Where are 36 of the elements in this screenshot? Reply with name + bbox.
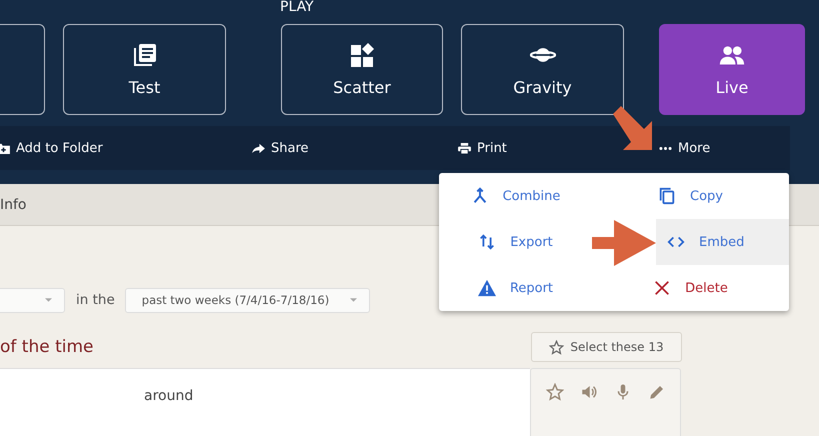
menu-item[interactable]: Embed (656, 219, 789, 265)
select-button[interactable]: Select these 13 (531, 332, 682, 362)
section-label: PLAY (279, 0, 315, 14)
toolbar-button[interactable]: More (659, 140, 710, 156)
sort-arrows-icon (478, 233, 496, 251)
annotation-arrow (592, 220, 656, 266)
menu-item[interactable]: Delete (649, 275, 732, 301)
period-dropdown[interactable]: past two weeks (7/4/16-7/18/16) (124, 288, 370, 312)
printer-icon (458, 142, 471, 154)
mode-button[interactable]: Test (63, 24, 226, 115)
star-icon[interactable] (546, 383, 564, 401)
heading: of the time (0, 337, 94, 357)
caret-icon (350, 298, 357, 302)
caret-icon (45, 298, 52, 302)
filter-label: in the (76, 292, 115, 308)
close-icon (653, 279, 672, 297)
info-tab[interactable]: Info (0, 196, 26, 212)
document-stack-icon (132, 42, 158, 68)
pencil-icon[interactable] (648, 383, 666, 401)
share-icon (252, 142, 265, 154)
toolbar-button[interactable]: Share (252, 140, 309, 156)
toolbar-button[interactable]: Print (458, 140, 507, 156)
copy-icon (658, 187, 676, 205)
menu-item[interactable]: Export (474, 229, 557, 255)
term-text: around (144, 388, 194, 404)
menu-item[interactable]: Combine (466, 183, 564, 209)
menu-item[interactable]: Report (474, 275, 558, 301)
menu-item[interactable]: Copy (654, 183, 727, 209)
star-icon (549, 340, 564, 354)
mode-button[interactable]: Live (659, 24, 805, 115)
toolbar-button[interactable]: Add to Folder (0, 140, 103, 156)
shapes-icon (349, 42, 375, 68)
mode-button[interactable]: Scatter (281, 24, 443, 115)
speaker-icon[interactable] (580, 383, 598, 401)
warning-icon (478, 279, 496, 297)
mode-button[interactable]: Gravity (461, 24, 624, 115)
